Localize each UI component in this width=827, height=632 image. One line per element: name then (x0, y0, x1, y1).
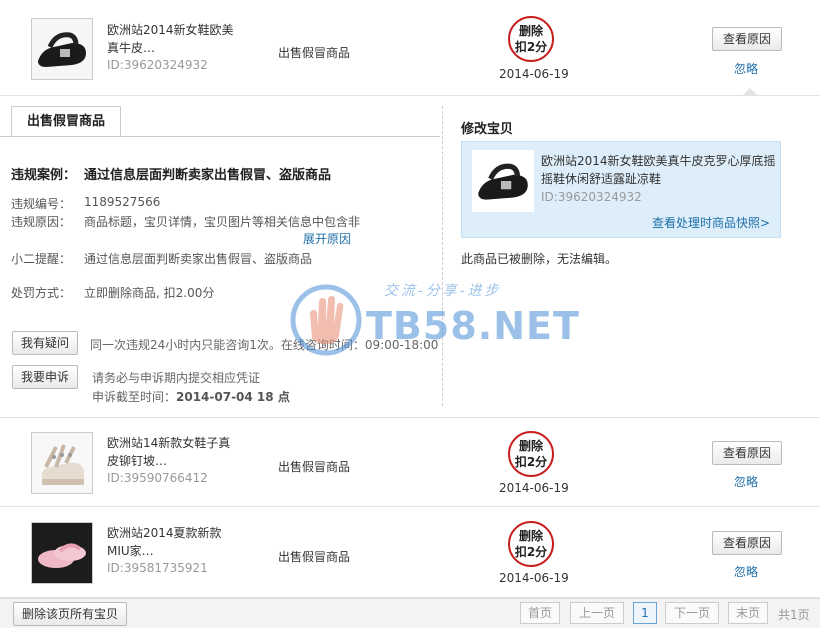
case-label: 违规案例： (11, 168, 77, 183)
total-pages: 共1页 (778, 608, 810, 622)
studded-sandal-icon (32, 433, 92, 493)
ignore-link[interactable]: 忽略 (734, 563, 758, 580)
number-value: 1189527566 (84, 195, 161, 209)
hint-value: 通过信息层面判断卖家出售假冒、盗版商品 (84, 252, 313, 266)
ignore-link[interactable]: 忽略 (734, 60, 758, 77)
black-sandal-icon (32, 19, 92, 79)
violation-date: 2014-06-19 (499, 67, 569, 81)
appeal-note: 请务必与申诉期内提交相应凭证 (92, 371, 261, 385)
deleted-note: 此商品已被删除，无法编辑。 (461, 252, 618, 266)
action-value: 立即删除商品, 扣2.00分 (84, 286, 215, 300)
edit-item-thumbnail (472, 150, 534, 212)
deadline-value: 2014-07-04 18 点 (176, 390, 290, 404)
view-reason-button[interactable]: 查看原因 (712, 531, 782, 555)
product-title[interactable]: 欧洲站14新款女鞋子真皮铆钉坡… (107, 434, 237, 470)
column-divider (442, 106, 443, 406)
hint-label: 小二提醒： (11, 252, 72, 266)
tab-counterfeit[interactable]: 出售假冒商品 (11, 106, 121, 136)
delete-all-button[interactable]: 删除该页所有宝贝 (13, 602, 128, 626)
deadline-label: 申诉截至时间： (92, 390, 177, 404)
penalty-stamp: 删除 扣2分 (508, 521, 554, 567)
product-title[interactable]: 欧洲站2014夏款新款MIU家… (107, 524, 237, 560)
violation-row-3: 欧洲站2014夏款新款MIU家… ID:39581735921 出售假冒商品 删… (0, 508, 820, 598)
last-page-button[interactable]: 末页 (728, 602, 768, 624)
first-page-button[interactable]: 首页 (520, 602, 560, 624)
violation-row-1: 欧洲站2014新女鞋欧美真牛皮… ID:39620324932 出售假冒商品 删… (0, 0, 820, 96)
prev-page-button[interactable]: 上一页 (570, 602, 624, 624)
violation-reason: 出售假冒商品 (278, 46, 351, 60)
tab-divider (0, 136, 440, 137)
cause-label: 违规原因： (11, 215, 72, 229)
pink-slipper-icon (32, 523, 92, 583)
next-page-button[interactable]: 下一页 (665, 602, 719, 624)
product-thumbnail[interactable] (31, 522, 93, 584)
action-label: 处罚方式： (11, 286, 72, 300)
violation-date: 2014-06-19 (499, 481, 569, 495)
snapshot-link[interactable]: 查看处理时商品快照> (652, 214, 770, 231)
edit-item-id: ID:39620324932 (541, 190, 642, 204)
edit-item-box: 欧洲站2014新女鞋欧美真牛皮克罗心厚底摇摇鞋休闲舒适露趾凉鞋 ID:39620… (461, 141, 781, 238)
violation-reason: 出售假冒商品 (278, 550, 351, 564)
product-thumbnail[interactable] (31, 18, 93, 80)
product-id: ID:39581735921 (107, 561, 208, 575)
caret-up-icon (742, 88, 758, 96)
appeal-button[interactable]: 我要申诉 (12, 365, 79, 389)
case-value: 通过信息层面判断卖家出售假冒、盗版商品 (84, 168, 332, 183)
view-reason-button[interactable]: 查看原因 (712, 27, 782, 51)
penalty-stamp: 删除 扣2分 (508, 16, 554, 62)
ignore-link[interactable]: 忽略 (734, 473, 758, 490)
expand-reason-link[interactable]: 展开原因 (303, 230, 351, 247)
view-reason-button[interactable]: 查看原因 (712, 441, 782, 465)
edit-item-description: 欧洲站2014新女鞋欧美真牛皮克罗心厚底摇摇鞋休闲舒适露趾凉鞋 (541, 154, 776, 186)
violation-reason: 出售假冒商品 (278, 460, 351, 474)
violation-date: 2014-06-19 (499, 571, 569, 585)
product-title[interactable]: 欧洲站2014新女鞋欧美真牛皮… (107, 21, 237, 57)
question-note: 同一次违规24小时内只能咨询1次。在线咨询时间：09:00-18:00 (90, 338, 439, 352)
pagination-footer: 删除该页所有宝贝 首页 上一页 1 下一页 末页 共1页 (0, 598, 820, 628)
edit-item-title: 修改宝贝 (461, 122, 514, 137)
black-sandal-icon (472, 150, 534, 212)
product-id: ID:39590766412 (107, 471, 208, 485)
violation-row-2: 欧洲站14新款女鞋子真皮铆钉坡… ID:39590766412 出售假冒商品 删… (0, 419, 820, 507)
violation-detail-panel: 出售假冒商品 违规案例： 通过信息层面判断卖家出售假冒、盗版商品 违规编号： 1… (0, 88, 820, 418)
number-label: 违规编号： (11, 197, 72, 211)
penalty-stamp: 删除 扣2分 (508, 431, 554, 477)
cause-value: 商品标题，宝贝详情，宝贝图片等相关信息中包含非 (84, 215, 361, 229)
page-number-button[interactable]: 1 (633, 602, 657, 624)
product-id: ID:39620324932 (107, 58, 208, 72)
question-button[interactable]: 我有疑问 (12, 331, 79, 355)
product-thumbnail[interactable] (31, 432, 93, 494)
